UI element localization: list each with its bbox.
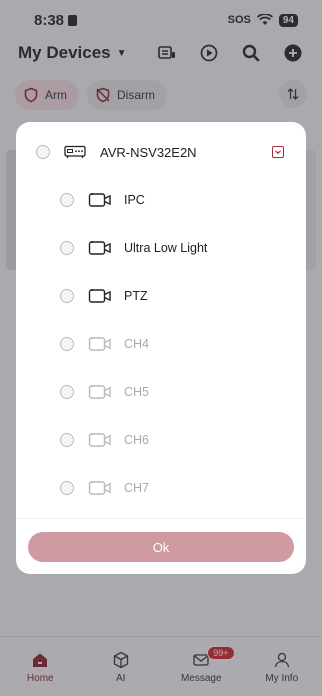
channel-name: CH7 <box>124 481 150 495</box>
device-radio[interactable] <box>36 145 50 159</box>
channel-row[interactable]: CH5 <box>16 368 306 416</box>
channel-radio[interactable] <box>60 337 74 351</box>
device-name: AVR-NSV32E2N <box>100 144 197 160</box>
channel-name: CH4 <box>124 337 150 351</box>
camera-icon <box>88 193 111 207</box>
camera-icon <box>88 433 111 447</box>
channel-row[interactable]: PTZ <box>16 272 306 320</box>
chevron-down-icon <box>275 150 281 155</box>
channel-radio[interactable] <box>60 193 74 207</box>
channel-name: IPC <box>124 193 145 207</box>
channel-row[interactable]: CH4 <box>16 320 306 368</box>
channel-row[interactable]: CH7 <box>16 464 306 512</box>
channel-row[interactable]: IPC <box>16 176 306 224</box>
channel-row[interactable]: CH6 <box>16 416 306 464</box>
channel-radio[interactable] <box>60 241 74 255</box>
channel-radio[interactable] <box>60 385 74 399</box>
nvr-icon <box>64 145 86 158</box>
channel-row[interactable]: Ultra Low Light <box>16 224 306 272</box>
channel-radio[interactable] <box>60 433 74 447</box>
channel-select-modal: AVR-NSV32E2N IPC Ultra Low Light PTZ CH4… <box>16 122 306 574</box>
camera-icon <box>88 385 111 399</box>
camera-icon <box>88 481 111 495</box>
channel-name: PTZ <box>124 289 148 303</box>
camera-icon <box>88 241 111 255</box>
divider <box>16 518 306 519</box>
camera-icon <box>88 289 111 303</box>
channel-radio[interactable] <box>60 481 74 495</box>
device-row[interactable]: AVR-NSV32E2N <box>16 122 306 182</box>
ok-button[interactable]: Ok <box>28 532 294 562</box>
camera-icon <box>88 337 111 351</box>
channel-name: CH6 <box>124 433 150 447</box>
channel-name: Ultra Low Light <box>124 241 208 255</box>
channel-name: CH5 <box>124 385 150 399</box>
collapse-toggle[interactable] <box>272 146 284 158</box>
channel-radio[interactable] <box>60 289 74 303</box>
